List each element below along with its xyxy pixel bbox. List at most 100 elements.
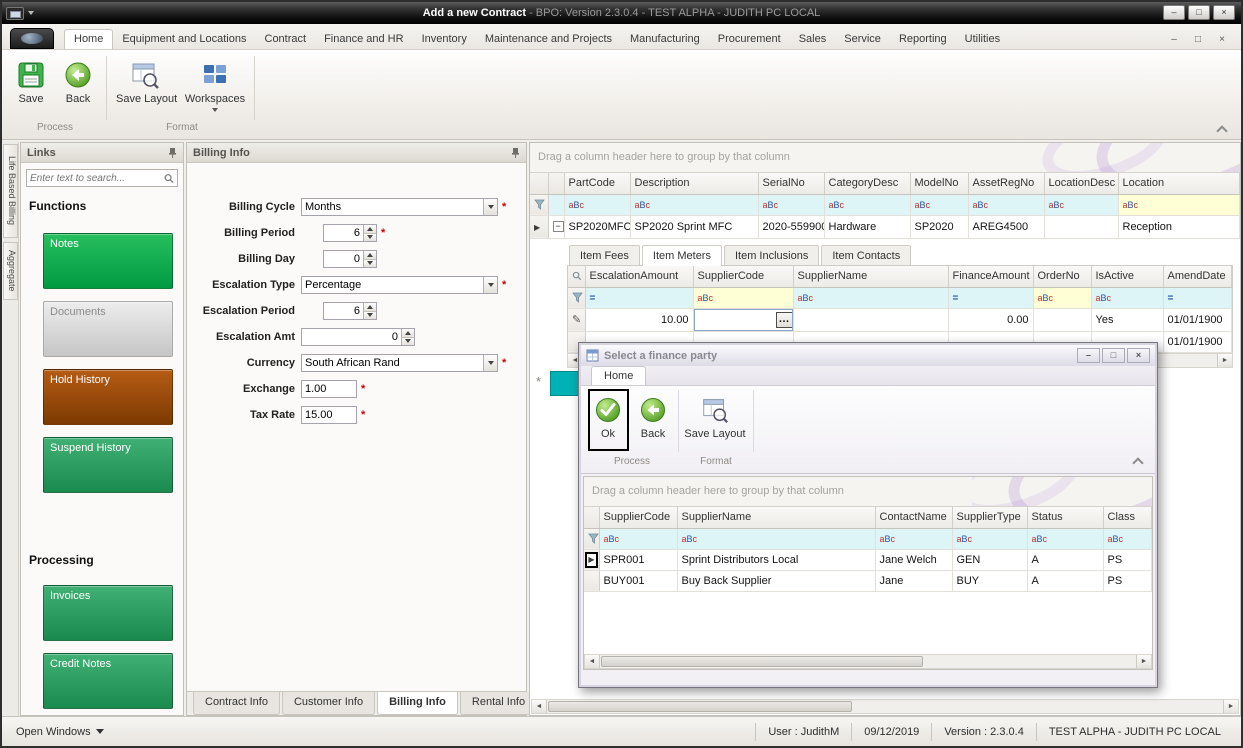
- column-header-partcode[interactable]: PartCode: [564, 173, 631, 195]
- cell-status[interactable]: A: [1027, 570, 1104, 592]
- tab-customer-info[interactable]: Customer Info: [281, 692, 376, 715]
- cell-class[interactable]: PS: [1103, 549, 1152, 571]
- column-header-location[interactable]: Location: [1118, 173, 1240, 195]
- filter-suppliername[interactable]: aBc: [677, 528, 876, 550]
- cell-status[interactable]: A: [1027, 549, 1104, 571]
- meters-grid-edit-row[interactable]: ✎ 10.00 … 0.00 Yes 01/01/1900: [568, 308, 1232, 332]
- column-header-suppliertype[interactable]: SupplierType: [952, 507, 1028, 529]
- scroll-left-icon[interactable]: ◄: [585, 655, 600, 668]
- column-header-description[interactable]: Description: [630, 173, 759, 195]
- cell-escalationamount[interactable]: 10.00: [585, 308, 694, 332]
- scroll-track[interactable]: [547, 700, 1223, 713]
- filter-escalationamount[interactable]: =: [585, 287, 694, 309]
- dialog-horizontal-scrollbar[interactable]: ◄ ►: [584, 654, 1152, 669]
- ribbon-tab-manufacturing[interactable]: Manufacturing: [621, 29, 709, 49]
- filter-assetregno[interactable]: aBc: [968, 194, 1045, 216]
- filter-description[interactable]: aBc: [630, 194, 759, 216]
- documents-button[interactable]: Documents: [43, 301, 173, 357]
- cell-contactname[interactable]: Jane Welch: [875, 549, 953, 571]
- exchange-value[interactable]: [302, 381, 356, 397]
- dialog-close-button[interactable]: ×: [1127, 348, 1150, 363]
- column-header-assetregno[interactable]: AssetRegNo: [968, 173, 1045, 195]
- dialog-minimize-button[interactable]: –: [1077, 348, 1100, 363]
- spin-down-icon[interactable]: [402, 337, 414, 345]
- ribbon-tab-contract[interactable]: Contract: [256, 29, 316, 49]
- column-header-suppliercode[interactable]: SupplierCode: [599, 507, 678, 529]
- ribbon-collapse-icon[interactable]: [1129, 454, 1147, 468]
- minimize-button[interactable]: –: [1163, 5, 1185, 20]
- collapse-row-icon[interactable]: −: [552, 221, 563, 233]
- filter-suppliercode[interactable]: aBc: [599, 528, 678, 550]
- dialog-title-bar[interactable]: Select a finance party – □ ×: [581, 345, 1155, 366]
- filter-status[interactable]: aBc: [1027, 528, 1104, 550]
- cell-financeamount[interactable]: 0.00: [948, 308, 1034, 332]
- group-by-area[interactable]: Drag a column header here to group by th…: [584, 477, 1152, 507]
- cell-suppliertype[interactable]: BUY: [952, 570, 1028, 592]
- cell-orderno[interactable]: [1033, 308, 1092, 332]
- cell-class[interactable]: PS: [1103, 570, 1152, 592]
- escalation-period-spinner[interactable]: [323, 302, 377, 320]
- column-header-suppliercode[interactable]: SupplierCode: [693, 266, 794, 288]
- cell-suppliername[interactable]: Sprint Distributors Local: [677, 549, 876, 571]
- column-header-contactname[interactable]: ContactName: [875, 507, 953, 529]
- scroll-thumb[interactable]: [601, 656, 923, 667]
- mdi-minimize-icon[interactable]: –: [1167, 34, 1181, 45]
- save-button[interactable]: Save: [8, 55, 54, 108]
- cell-suppliername[interactable]: [793, 308, 949, 332]
- escalation-period-value[interactable]: [324, 303, 363, 319]
- spin-down-icon[interactable]: [364, 259, 376, 267]
- column-header-categorydesc[interactable]: CategoryDesc: [824, 173, 911, 195]
- billing-period-value[interactable]: [324, 225, 363, 241]
- tab-item-contacts[interactable]: Item Contacts: [821, 245, 912, 265]
- tab-contract-info[interactable]: Contract Info: [193, 692, 280, 715]
- filter-categorydesc[interactable]: aBc: [824, 194, 911, 216]
- back-button[interactable]: Back: [56, 55, 100, 108]
- application-button[interactable]: [10, 28, 54, 49]
- ribbon-tab-service[interactable]: Service: [835, 29, 890, 49]
- spin-up-icon[interactable]: [364, 251, 376, 260]
- column-header-amenddate[interactable]: AmendDate: [1163, 266, 1232, 288]
- column-header-modelno[interactable]: ModelNo: [910, 173, 969, 195]
- cell-location[interactable]: Reception: [1118, 215, 1240, 239]
- escal ation-amt-value[interactable]: [302, 329, 401, 345]
- filter-location[interactable]: aBc: [1118, 194, 1240, 216]
- ribbon-tab-inventory[interactable]: Inventory: [413, 29, 476, 49]
- column-header-status[interactable]: Status: [1027, 507, 1104, 529]
- column-header-isactive[interactable]: IsActive: [1091, 266, 1164, 288]
- filter-row-indicator[interactable]: [584, 528, 600, 550]
- close-button[interactable]: ×: [1213, 5, 1235, 20]
- column-header-suppliername[interactable]: SupplierName: [677, 507, 876, 529]
- cell-amenddate[interactable]: 01/01/1900: [1163, 308, 1232, 332]
- items-grid-data-row[interactable]: ▶ − SP2020MFC SP2020 Sprint MFC 2020-559…: [530, 215, 1240, 239]
- group-by-area[interactable]: Drag a column header here to group by th…: [530, 143, 1240, 173]
- filter-isactive[interactable]: aBc: [1091, 287, 1164, 309]
- hold-history-button[interactable]: Hold History: [43, 369, 173, 425]
- dialog-maximize-button[interactable]: □: [1102, 348, 1125, 363]
- filter-serialno[interactable]: aBc: [758, 194, 825, 216]
- cell-categorydesc[interactable]: Hardware: [824, 215, 911, 239]
- column-header-suppliername[interactable]: SupplierName: [793, 266, 949, 288]
- dropdown-icon[interactable]: [483, 355, 497, 371]
- open-windows-button[interactable]: Open Windows: [10, 723, 110, 741]
- suspend-history-button[interactable]: Suspend History: [43, 437, 173, 493]
- billing-day-spinner[interactable]: [323, 250, 377, 268]
- cell-partcode[interactable]: SP2020MFC: [564, 215, 631, 239]
- filter-suppliertype[interactable]: aBc: [952, 528, 1028, 550]
- expand-cell[interactable]: −: [548, 215, 565, 239]
- filter-financeamount[interactable]: =: [948, 287, 1034, 309]
- scroll-right-icon[interactable]: ►: [1223, 700, 1238, 713]
- filter-suppliercode[interactable]: aBc: [693, 287, 794, 309]
- links-search-input[interactable]: [30, 172, 164, 184]
- filter-modelno[interactable]: aBc: [910, 194, 969, 216]
- save-layout-button[interactable]: Save Layout: [114, 55, 177, 108]
- filter-orderno[interactable]: aBc: [1033, 287, 1092, 309]
- party-row-buy001[interactable]: BUY001 Buy Back Supplier Jane BUY A PS: [584, 570, 1152, 592]
- party-row-spr001[interactable]: ▶ SPR001 Sprint Distributors Local Jane …: [584, 549, 1152, 571]
- filter-row-indicator[interactable]: [530, 194, 549, 216]
- cell-suppliercode[interactable]: SPR001: [599, 549, 678, 571]
- column-header-financeamount[interactable]: FinanceAmount: [948, 266, 1034, 288]
- pin-icon[interactable]: [511, 147, 520, 159]
- tab-billing-info[interactable]: Billing Info: [377, 692, 458, 715]
- currency-select[interactable]: [301, 354, 498, 372]
- billing-cycle-value[interactable]: [302, 199, 497, 215]
